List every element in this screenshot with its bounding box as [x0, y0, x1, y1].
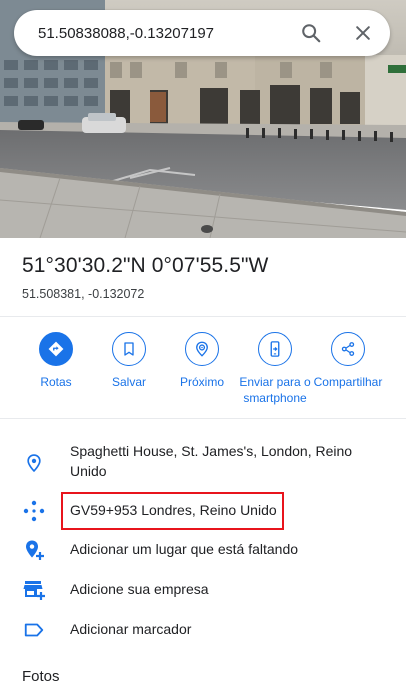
add-place-icon — [22, 538, 46, 562]
plus-code-icon — [22, 499, 46, 523]
add-label-text: Adicionar marcador — [70, 621, 192, 637]
clear-search-button[interactable] — [348, 18, 378, 48]
place-title: 51°30'30.2"N 0°07'55.5"W — [22, 254, 269, 277]
search-box — [14, 10, 390, 56]
divider — [0, 316, 406, 317]
bookmark-icon — [112, 332, 146, 366]
search-input[interactable] — [38, 13, 278, 53]
nearby-label: Próximo — [179, 375, 224, 389]
photos-section-title: Fotos — [22, 668, 60, 685]
add-missing-place-row[interactable]: Adicionar um lugar que está faltando — [0, 537, 406, 563]
add-missing-place-text: Adicionar um lugar que está faltando — [70, 541, 299, 557]
directions-icon — [39, 332, 73, 366]
search-icon — [302, 24, 321, 43]
add-label-row[interactable]: Adicionar marcador — [0, 617, 406, 643]
share-button[interactable]: Compartilhar — [306, 332, 390, 390]
add-business-icon — [22, 578, 46, 602]
directions-label: Rotas — [40, 375, 72, 389]
address-row[interactable]: Spaghetti House, St. James's, London, Re… — [0, 440, 406, 484]
nearby-button[interactable]: Próximo — [160, 332, 244, 390]
location-pin-icon — [22, 451, 46, 475]
highlight-box — [61, 492, 284, 530]
add-business-row[interactable]: Adicione sua empresa — [0, 577, 406, 603]
close-icon — [356, 26, 370, 40]
send-to-phone-icon — [258, 332, 292, 366]
directions-button[interactable]: Rotas — [14, 332, 98, 390]
place-subtitle: 51.508381, -0.132072 — [22, 287, 145, 301]
send-to-phone-label: Enviar para o smartphone — [239, 375, 311, 405]
send-to-phone-button[interactable]: Enviar para o smartphone — [233, 332, 317, 406]
search-button[interactable] — [296, 18, 326, 48]
address-text: Spaghetti House, St. James's, London, Re… — [70, 443, 353, 479]
nearby-icon — [185, 332, 219, 366]
divider — [0, 418, 406, 419]
label-icon — [22, 618, 46, 642]
save-label: Salvar — [111, 375, 146, 389]
add-business-text: Adicione sua empresa — [70, 581, 209, 597]
share-icon — [331, 332, 365, 366]
save-button[interactable]: Salvar — [87, 332, 171, 390]
share-label: Compartilhar — [313, 375, 383, 389]
